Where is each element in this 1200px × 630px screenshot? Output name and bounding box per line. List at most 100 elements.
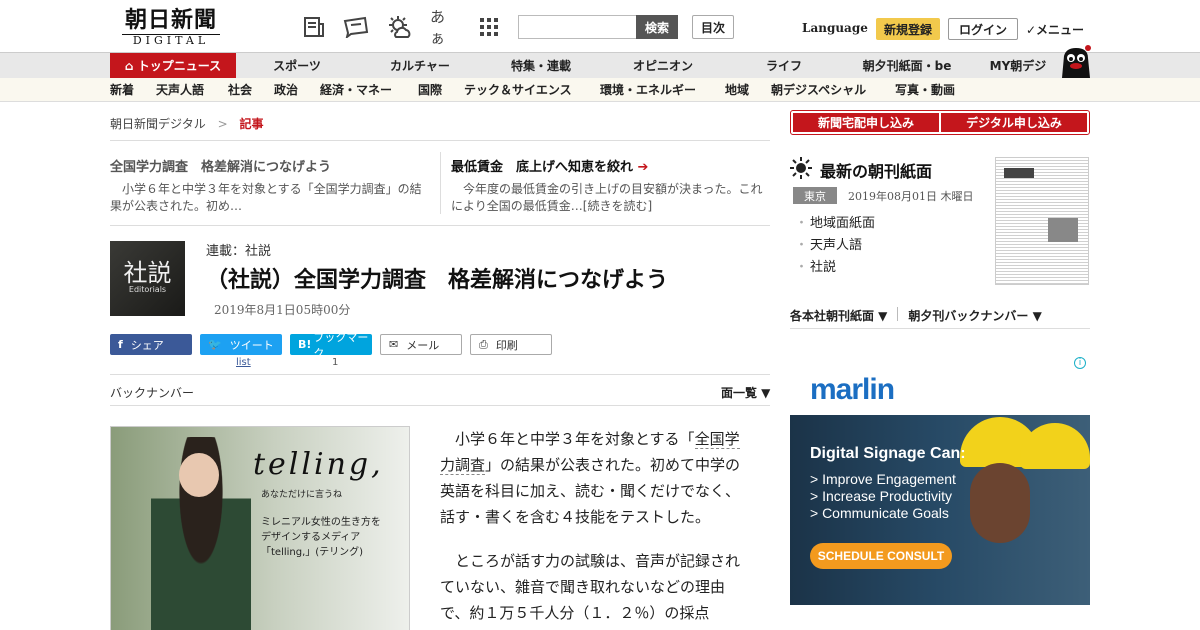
ad-tagline: あなただけに言うね	[261, 490, 343, 500]
editorial-thumbnail: 社説 Editorials	[110, 241, 185, 316]
arrow-right-icon: ➔	[637, 160, 649, 175]
paper-section-editorial[interactable]: 社説	[795, 257, 875, 279]
related-article-2[interactable]: 最低賃金 底上げへ知恵を絞れ ➔ 今年度の最低賃金の引き上げの目安額が決まった。…	[451, 156, 771, 215]
latest-paper-header: 最新の朝刊紙面	[790, 157, 932, 183]
subnav-special[interactable]: 朝デジスペシャル	[771, 78, 866, 102]
page-list-dropdown[interactable]: 面一覧 ▼	[721, 384, 770, 401]
twitter-icon: 🐦	[208, 338, 222, 351]
nav-top-news[interactable]: ⌂ トップニュース	[110, 53, 236, 79]
register-button[interactable]: 新規登録	[876, 18, 940, 40]
related-summary: 今年度の最低賃金の引き上げの目安額が決まった。これにより全国の最低賃金…[続きを…	[451, 182, 763, 213]
subnav-tech-science[interactable]: テック＆サイエンス	[464, 78, 572, 102]
latest-paper-title[interactable]: 最新の朝刊紙面	[820, 158, 932, 182]
paper-section-regional[interactable]: 地域面紙面	[795, 213, 875, 235]
hatena-share-label: ブックマーク	[313, 330, 369, 360]
regional-morning-papers-dropdown[interactable]: 各本社朝刊紙面 ▼	[790, 307, 887, 324]
thumbnail-photo-block	[1048, 218, 1078, 242]
advertisement-telling[interactable]: telling, あなただけに言うね ミレニアル女性の生き方を デザインするメデ…	[110, 426, 410, 630]
subnav-latest[interactable]: 新着	[110, 78, 134, 102]
article-series[interactable]: 連載：社説	[206, 240, 271, 259]
print-icon: ⎙	[479, 337, 488, 351]
print-button[interactable]: ⎙ 印刷	[470, 334, 552, 355]
subnav-photo-video[interactable]: 写真・動画	[895, 78, 955, 102]
paper-backnumber-dropdown[interactable]: 朝夕刊バックナンバー ▼	[908, 307, 1041, 324]
paper-section-list: 地域面紙面 天声人語 社説	[795, 213, 875, 279]
article-paragraph: ところが話す力の試験は、音声が記録されていない、雑音で聞き取れないなどの理由で、…	[440, 552, 741, 622]
mail-share-button[interactable]: ✉ メール	[380, 334, 462, 355]
divider	[440, 152, 441, 214]
paper-section-tensei-jingo[interactable]: 天声人語	[795, 235, 875, 257]
subnav-society[interactable]: 社会	[228, 78, 252, 102]
newspaper-subscribe-button[interactable]: 新聞宅配申し込み	[793, 113, 939, 132]
ad-brand: telling,	[253, 447, 384, 482]
breadcrumb-separator: >	[217, 117, 228, 131]
message-icon[interactable]	[343, 14, 369, 40]
twitter-count-link[interactable]: list	[236, 357, 251, 368]
site-header: 朝日新聞 DIGITAL あぁ 検索 目次 Language 新規登録 ログイン…	[0, 0, 1200, 52]
newspaper-thumbnail[interactable]	[995, 157, 1089, 285]
language-link[interactable]: Language	[802, 21, 868, 35]
paper-date: 2019年08月01日 木曜日	[848, 190, 974, 203]
subnav-politics[interactable]: 政治	[274, 78, 298, 102]
subnav-region[interactable]: 地域	[725, 78, 749, 102]
twitter-share-label: ツイート	[229, 338, 274, 352]
search-input[interactable]	[518, 15, 638, 39]
advertisement-marlin[interactable]: marlin i Digital Signage Can: > Improve …	[790, 355, 1090, 605]
hatena-count[interactable]: 1	[332, 357, 338, 368]
subnav-international[interactable]: 国際	[418, 78, 442, 102]
subnav-economy[interactable]: 経済・マネー	[320, 78, 392, 102]
nav-life[interactable]: ライフ	[754, 53, 814, 79]
facebook-share-button[interactable]: f シェア	[110, 334, 192, 355]
related-article-1[interactable]: 全国学力調査 格差解消につなげよう 小学６年と中学３年を対象とする「全国学力調査…	[110, 156, 430, 215]
menu-button[interactable]: ✓メニュー	[1026, 21, 1084, 38]
nav-features[interactable]: 特集・連載	[500, 53, 582, 79]
ad-info-icon[interactable]: i	[1074, 357, 1086, 369]
mail-share-label: メール	[406, 338, 440, 352]
editorial-kanji: 社説	[123, 259, 172, 287]
subnav-tensei-jingo[interactable]: 天声人語	[156, 78, 204, 102]
related-title: 最低賃金 底上げへ知恵を絞れ ➔	[451, 156, 771, 175]
divider	[110, 225, 770, 226]
article-paragraph: 小学６年と中学３年を対象とする「全国学力調査」の結果が公表された。初めて中学の英…	[440, 426, 746, 530]
thumbnail-headline-block	[1004, 168, 1034, 178]
weather-icon[interactable]	[386, 14, 412, 40]
site-logo[interactable]: 朝日新聞 DIGITAL	[116, 7, 226, 47]
article-date: 2019年8月1日05時00分	[214, 303, 351, 317]
mascot-icon[interactable]	[1058, 44, 1092, 78]
ad-bullet: > Increase Productivity	[810, 488, 953, 504]
ad-bullet: > Communicate Goals	[810, 505, 949, 521]
hatena-bookmark-button[interactable]: B! ブックマーク	[290, 331, 372, 360]
related-title: 全国学力調査 格差解消につなげよう	[110, 160, 332, 175]
nav-opinion[interactable]: オピニオン	[624, 53, 702, 79]
font-size-icon[interactable]: あぁ	[430, 8, 456, 47]
location-badge: 東京	[793, 187, 837, 204]
worker-image	[970, 463, 1030, 543]
paragraph-text: 小学６年と中学３年を対象とする「	[455, 430, 695, 448]
breadcrumb-home[interactable]: 朝日新聞デジタル	[110, 117, 206, 131]
search-button[interactable]: 検索	[636, 15, 678, 39]
nav-papers[interactable]: 朝夕刊紙面・be	[856, 53, 958, 79]
login-button[interactable]: ログイン	[948, 18, 1018, 40]
index-button[interactable]: 目次	[692, 15, 734, 39]
sun-icon	[790, 157, 812, 183]
main-nav: ⌂ トップニュース スポーツ カルチャー 特集・連載 オピニオン ライフ 朝夕刊…	[0, 52, 1200, 79]
backnumber-label[interactable]: バックナンバー	[110, 384, 194, 401]
logo-main-text: 朝日新聞	[124, 7, 217, 33]
nav-culture[interactable]: カルチャー	[380, 53, 460, 79]
digital-subscribe-button[interactable]: デジタル申し込み	[941, 113, 1087, 132]
divider	[110, 374, 770, 375]
related-summary: 小学６年と中学３年を対象とする「全国学力調査」の結果が公表された。初め…	[110, 182, 422, 213]
editorial-en: Editorials	[128, 285, 167, 294]
nav-sports[interactable]: スポーツ	[262, 53, 332, 79]
logo-sub-text: DIGITAL	[122, 34, 220, 47]
breadcrumb-current: 記事	[239, 117, 264, 131]
ad-cta-button[interactable]: SCHEDULE CONSULT	[810, 543, 952, 569]
newspaper-icon[interactable]	[301, 14, 327, 40]
article-body: 小学６年と中学３年を対象とする「全国学力調査」の結果が公表された。初めて中学の英…	[440, 426, 746, 630]
subnav-environment[interactable]: 環境・エネルギー	[600, 78, 696, 102]
grid-menu-icon[interactable]	[476, 14, 502, 40]
nav-my-asadigi[interactable]: MY朝デジ	[982, 53, 1054, 79]
paragraph-text: 」の結果が公表された。初めて中学の英語を科目に加え、読む・聞くだけでなく、話す・…	[440, 456, 741, 526]
subscription-buttons: 新聞宅配申し込み デジタル申し込み	[790, 110, 1090, 135]
twitter-share-button[interactable]: 🐦 ツイート	[200, 334, 282, 355]
